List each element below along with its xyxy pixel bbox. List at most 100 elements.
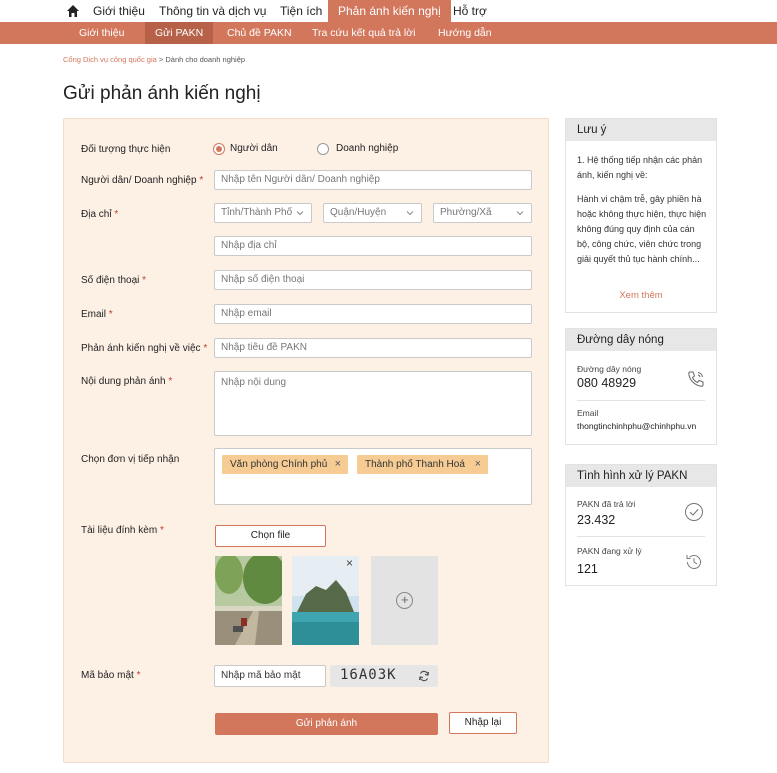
sub-nav-topics[interactable]: Chủ đề PAKN [227, 22, 292, 44]
note-line-1: 1. Hệ thống tiếp nhận các phản ánh, kiến… [577, 155, 703, 180]
top-nav-intro[interactable]: Giới thiệu [93, 0, 145, 22]
hotline-phone-label: Đường dây nóng [577, 364, 642, 374]
remove-tag-icon[interactable]: × [335, 455, 341, 474]
attachments-label-text: Tài liệu đính kèm [81, 525, 158, 536]
topic-input[interactable]: Nhập tiêu đề PAKN [214, 338, 532, 358]
breadcrumb-home-link[interactable]: Cổng Dịch vụ công quốc gia [63, 55, 157, 64]
chevron-down-icon [296, 211, 304, 216]
province-select-value: Tỉnh/Thành Phố [221, 207, 293, 218]
receiver-tag: Thành phố Thanh Hoá × [357, 455, 488, 474]
radio-business[interactable] [317, 143, 329, 155]
remove-tag-icon[interactable]: × [475, 455, 481, 474]
name-input[interactable]: Nhập tên Người dân/ Doanh nghiệp [214, 170, 532, 190]
feedback-form: Đối tượng thực hiện Người dân Doanh nghi… [63, 118, 549, 763]
radio-citizen[interactable] [213, 143, 225, 155]
name-label: Người dân/ Doanh nghiệp * [81, 175, 203, 186]
content-label-text: Nội dung phản ánh [81, 376, 166, 387]
note-card: Lưu ý 1. Hệ thống tiếp nhận các phản ánh… [565, 118, 717, 313]
radio-business-label[interactable]: Doanh nghiệp [336, 143, 398, 154]
sub-nav-lookup[interactable]: Tra cứu kết quả trả lời [312, 22, 415, 44]
sub-nav-guide[interactable]: Hướng dẫn [438, 22, 492, 44]
page-title: Gửi phản ánh kiến nghị [63, 83, 261, 104]
hotline-email-label: Email [577, 408, 599, 418]
province-select[interactable]: Tỉnh/Thành Phố [214, 203, 312, 223]
hotline-email[interactable]: thongtinchinhphu@chinhphu.vn [577, 421, 696, 431]
answered-count: 23.432 [577, 513, 616, 527]
captcha-label: Mã bảo mật * [81, 670, 141, 681]
content-textarea[interactable]: Nhập nội dung [214, 371, 532, 436]
hotline-card: Đường dây nóng Đường dây nóng 080 48929 … [565, 328, 717, 445]
see-more-link[interactable]: Xem thêm [566, 290, 716, 301]
phone-input[interactable]: Nhập số điện thoại [214, 270, 532, 290]
receiver-tag-label: Văn phòng Chính phủ [230, 459, 328, 470]
status-card-title: Tình hình xử lý PAKN [566, 465, 716, 487]
address-label: Địa chỉ * [81, 209, 118, 220]
refresh-icon[interactable] [418, 670, 430, 682]
processing-label: PAKN đang xử lý [577, 546, 642, 556]
divider [577, 400, 705, 401]
required-mark: * [114, 209, 119, 220]
email-label: Email * [81, 309, 113, 320]
remove-attachment-icon[interactable]: × [346, 556, 353, 570]
radio-citizen-label[interactable]: Người dân [230, 143, 278, 154]
answered-label: PAKN đã trả lời [577, 499, 636, 509]
receiver-label: Chọn đơn vị tiếp nhận [81, 454, 180, 465]
choose-file-button[interactable]: Chọn file [215, 525, 326, 547]
sub-nav-send-pakn[interactable]: Gửi PAKN [145, 22, 214, 44]
subject-type-label: Đối tượng thực hiện [81, 144, 171, 155]
address-label-text: Địa chỉ [81, 209, 112, 220]
required-mark: * [203, 343, 208, 354]
required-mark: * [159, 525, 164, 536]
phone-label-text: Số điện thoại [81, 275, 140, 286]
reset-button[interactable]: Nhập lại [449, 712, 517, 734]
add-attachment-button[interactable]: + [371, 556, 438, 645]
plus-circle-icon: + [396, 592, 413, 609]
topic-label-text: Phản ánh kiến nghị về việc [81, 343, 201, 354]
captcha-code: 16A03K [340, 667, 397, 683]
chevron-down-icon [516, 211, 524, 216]
top-nav-feedback[interactable]: Phản ánh kiến nghị [328, 0, 451, 22]
home-icon[interactable] [66, 4, 80, 18]
receiver-tag-label: Thành phố Thanh Hoá [365, 459, 465, 470]
required-mark: * [199, 175, 204, 186]
top-nav-utilities[interactable]: Tiện ích [280, 0, 322, 22]
attachment-thumbnail[interactable] [215, 556, 282, 645]
breadcrumb: Cổng Dịch vụ công quốc gia > Dành cho do… [63, 55, 245, 64]
topic-label: Phản ánh kiến nghị về việc * [81, 343, 207, 354]
phone-icon [688, 371, 704, 387]
ward-select[interactable]: Phường/Xã [433, 203, 532, 223]
required-mark: * [142, 275, 147, 286]
content-label: Nội dung phản ánh * [81, 376, 172, 387]
hotline-card-title: Đường dây nóng [566, 329, 716, 351]
district-select[interactable]: Quận/Huyện [323, 203, 422, 223]
captcha-input[interactable]: Nhập mã bảo mật [214, 665, 326, 687]
note-line-2: Hành vi chậm trễ, gây phiền hà hoặc khôn… [577, 194, 707, 264]
sub-nav-intro[interactable]: Giới thiệu [79, 22, 124, 44]
divider [577, 536, 705, 537]
note-card-title: Lưu ý [566, 119, 716, 141]
email-label-text: Email [81, 309, 107, 320]
top-nav-info-services[interactable]: Thông tin và dịch vụ [159, 0, 266, 22]
receiver-tag: Văn phòng Chính phủ × [222, 455, 348, 474]
processing-count: 121 [577, 562, 598, 576]
plus-glyph: + [401, 592, 409, 607]
captcha-image: 16A03K [330, 665, 438, 687]
submit-button[interactable]: Gửi phản ánh [215, 713, 438, 735]
hotline-phone-number[interactable]: 080 48929 [577, 376, 636, 390]
name-label-text: Người dân/ Doanh nghiệp [81, 175, 197, 186]
district-select-value: Quận/Huyện [330, 207, 387, 218]
status-card: Tình hình xử lý PAKN PAKN đã trả lời 23.… [565, 464, 717, 586]
email-input[interactable]: Nhập email [214, 304, 532, 324]
check-circle-icon [685, 503, 703, 521]
required-mark: * [108, 309, 113, 320]
address-detail-input[interactable]: Nhập địa chỉ [214, 236, 532, 256]
top-nav: Giới thiệu Thông tin và dịch vụ Tiện ích… [0, 0, 777, 22]
sub-nav: Giới thiệu Gửi PAKN Chủ đề PAKN Tra cứu … [0, 22, 777, 44]
breadcrumb-separator: > [158, 55, 164, 64]
required-mark: * [136, 670, 141, 681]
top-nav-support[interactable]: Hỗ trợ [453, 0, 487, 22]
phone-label: Số điện thoại * [81, 275, 146, 286]
chevron-down-icon [406, 211, 414, 216]
breadcrumb-current: Dành cho doanh nghiệp [165, 55, 246, 64]
clock-history-icon [686, 555, 701, 569]
